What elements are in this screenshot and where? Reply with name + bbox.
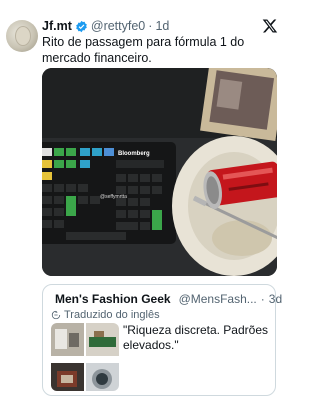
author-name[interactable]: Jf.mt [42,19,72,33]
picture-frame [200,68,277,142]
tweet-timestamp[interactable]: 1d [155,19,169,33]
quote-media-grid[interactable] [51,323,119,391]
quote-author-handle: @MensFash... [178,292,257,306]
author-avatar[interactable] [6,20,38,52]
tweet-text: Rito de passagem para fórmula 1 do merca… [42,35,245,65]
quote-text: "Riqueza discreta. Padrões elevados." [123,323,269,352]
quote-author-name: Men's Fashion Geek [55,292,171,306]
quote-header: Men's Fashion Geek @MensFash... · 3d [51,292,282,306]
verified-badge-icon [76,20,87,32]
separator-dot: · [260,292,265,306]
quote-thumbnail [51,323,84,361]
bloomberg-keyboard: Bloomberg @seffymrtta [42,142,176,244]
avatar-face [15,26,31,46]
translation-note[interactable]: Traduzido do inglês [51,309,160,321]
tweet-media-photo[interactable]: Bloomberg @seffymrtta [42,68,277,276]
photo-keyboard-and-can: Bloomberg @seffymrtta [42,68,277,276]
quote-timestamp: 3d [268,292,283,306]
photo-watermark: @seffymrtta [100,194,127,200]
translation-label: Traduzido do inglês [64,309,160,321]
separator-dot: · [148,19,153,33]
quote-thumbnail [51,363,84,391]
translate-icon [51,310,61,320]
quote-thumbnail [86,363,119,391]
quoted-tweet[interactable]: Men's Fashion Geek @MensFash... · 3d Tra… [42,284,282,396]
tweet-header: Jf.mt @rettyfe0 · 1d [42,19,278,33]
author-handle[interactable]: @rettyfe0 [91,19,145,33]
keyboard-brand-label: Bloomberg [118,151,150,157]
quote-thumbnail [86,323,119,361]
x-logo-icon [262,19,278,33]
